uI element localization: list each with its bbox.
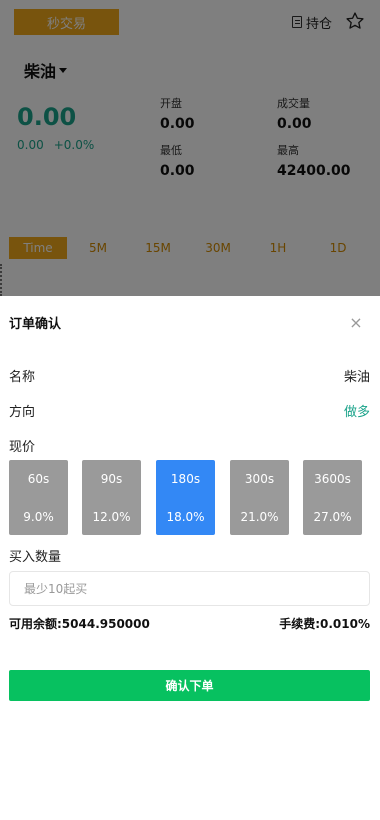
fee-rate: 手续费:0.010% <box>279 617 370 631</box>
duration-options: 60s 9.0% 90s 12.0% 180s 18.0% 300s 21.0%… <box>0 460 380 536</box>
option-time: 300s <box>244 472 275 486</box>
quantity-label: 买入数量 <box>9 550 62 565</box>
confirm-order-button[interactable]: 确认下单 <box>9 670 370 701</box>
direction-value: 做多 <box>343 405 370 420</box>
option-300s[interactable]: 300s 21.0% <box>230 460 289 535</box>
option-time: 60s <box>27 472 50 486</box>
option-rate: 21.0% <box>240 510 279 524</box>
name-value: 柴油 <box>343 370 370 385</box>
direction-label: 方向 <box>9 405 36 420</box>
option-rate: 18.0% <box>166 510 205 524</box>
option-rate: 9.0% <box>23 510 54 524</box>
name-label: 名称 <box>9 370 36 385</box>
order-page: 秒交易 持仓 柴油 0.00 0.00 +0.0% 开盘 0.00 成交量 0.… <box>0 0 380 820</box>
option-rate: 12.0% <box>92 510 131 524</box>
order-confirm-sheet: 订单确认 × 名称 柴油 方向 做多 现价 60s 9.0% 90s 12.0%… <box>0 296 380 820</box>
option-rate: 27.0% <box>313 510 352 524</box>
option-3600s[interactable]: 3600s 27.0% <box>303 460 362 535</box>
close-icon[interactable]: × <box>346 312 366 332</box>
option-60s[interactable]: 60s 9.0% <box>9 460 68 535</box>
sheet-title: 订单确认 <box>9 317 62 332</box>
option-90s[interactable]: 90s 12.0% <box>82 460 141 535</box>
option-time: 3600s <box>314 472 351 486</box>
quantity-input[interactable] <box>9 571 370 606</box>
option-time: 90s <box>100 472 123 486</box>
option-180s[interactable]: 180s 18.0% <box>156 460 215 535</box>
current-price-label: 现价 <box>9 440 36 455</box>
available-balance: 可用余额:5044.950000 <box>9 617 150 631</box>
option-time: 180s <box>170 472 201 486</box>
